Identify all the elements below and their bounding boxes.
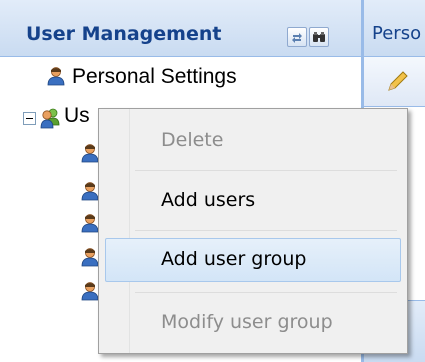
refresh-icon xyxy=(292,33,302,43)
tree-item-personal-settings[interactable]: Personal Settings xyxy=(0,57,361,95)
panel-title: User Management xyxy=(26,23,222,45)
menu-separator xyxy=(135,230,397,231)
menu-item-label: Modify user group xyxy=(161,311,333,333)
context-menu: Delete Add users Add user group Modify u… xyxy=(98,108,408,354)
menu-item-label: Add users xyxy=(161,189,256,211)
find-icon xyxy=(313,32,325,42)
right-toolbar xyxy=(364,57,425,107)
right-panel-title: Perso xyxy=(372,23,422,44)
users-node-label[interactable]: Us xyxy=(64,104,90,128)
user-icon[interactable] xyxy=(80,212,100,234)
menu-item-add-user-group[interactable]: Add user group xyxy=(105,238,401,282)
personal-settings-label: Personal Settings xyxy=(72,65,237,88)
menu-item-label: Delete xyxy=(161,129,224,151)
menu-item-label: Add user group xyxy=(161,248,307,270)
collapse-toggle[interactable] xyxy=(23,112,36,125)
menu-separator xyxy=(135,170,397,171)
pencil-icon xyxy=(388,71,408,91)
user-icon[interactable] xyxy=(80,246,100,268)
menu-item-modify-user-group[interactable]: Modify user group xyxy=(105,301,401,345)
user-icon[interactable] xyxy=(80,280,100,302)
find-button[interactable] xyxy=(309,27,329,47)
refresh-button[interactable] xyxy=(287,27,307,47)
right-panel-header: Perso xyxy=(364,0,425,57)
edit-button[interactable] xyxy=(386,69,410,97)
panel-header: User Management xyxy=(0,0,361,57)
user-icon[interactable] xyxy=(80,180,100,202)
menu-item-delete[interactable]: Delete xyxy=(105,119,401,163)
menu-separator xyxy=(135,292,397,293)
user-group-icon xyxy=(40,108,60,129)
user-icon[interactable] xyxy=(80,142,100,164)
menu-item-add-users[interactable]: Add users xyxy=(105,179,401,223)
user-icon xyxy=(47,67,65,86)
